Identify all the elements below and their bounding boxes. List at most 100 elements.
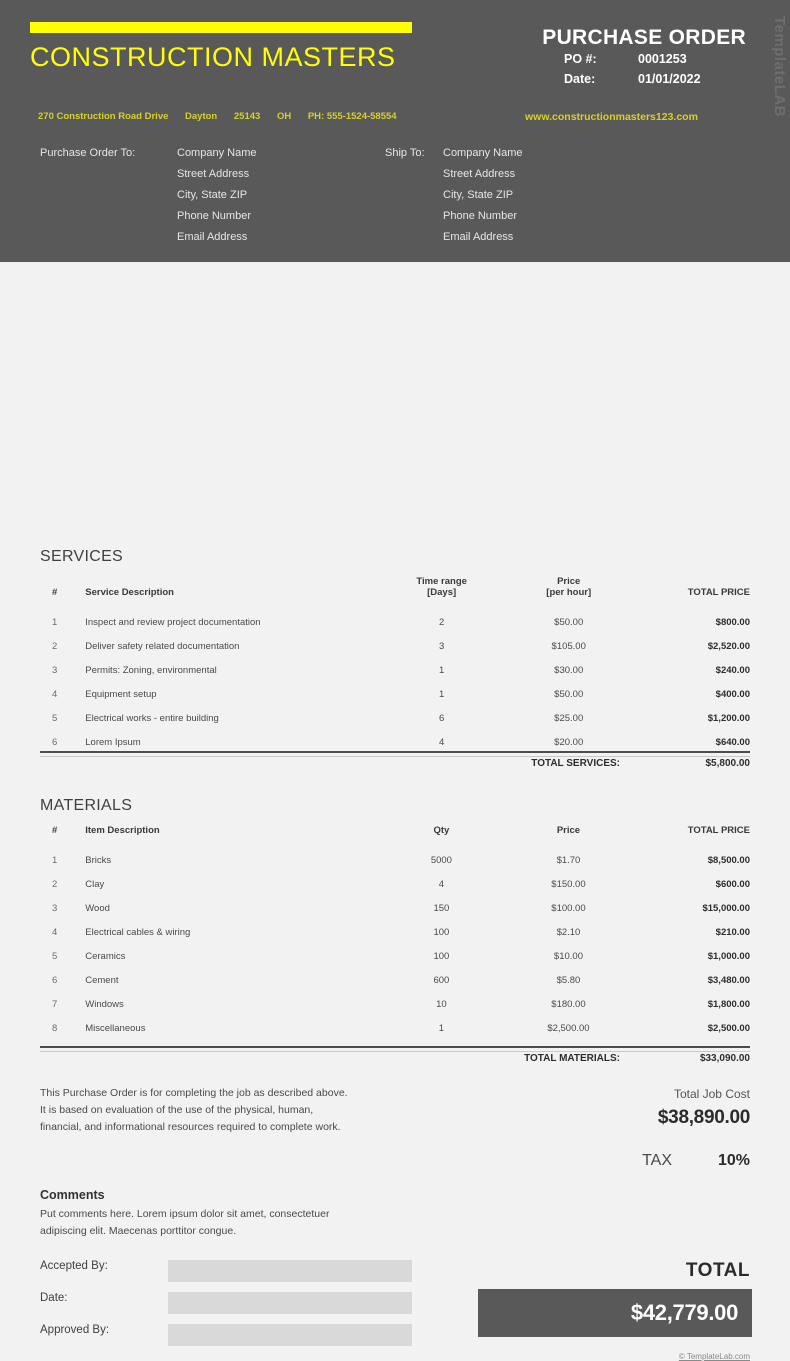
row-qty: 1 — [438, 1022, 445, 1034]
ship-to-block: Ship To: Company Name Street Address Cit… — [385, 143, 522, 248]
company-website-link[interactable]: www.constructionmasters123.com — [525, 111, 698, 123]
table-row: 1 Bricks 5000 $1.70 $8,500.00 — [40, 848, 750, 872]
note-line: financial, and informational resources r… — [40, 1121, 341, 1133]
row-total: $800.00 — [715, 616, 750, 628]
row-price: $150.00 — [551, 878, 586, 890]
row-num: 2 — [51, 640, 58, 652]
row-num: 1 — [51, 854, 58, 866]
materials-section-title: MATERIALS — [40, 797, 133, 814]
grand-total-label: TOTAL — [685, 1260, 750, 1281]
row-num: 2 — [51, 878, 58, 890]
row-qty: 150 — [433, 902, 450, 914]
row-days: 1 — [439, 664, 445, 676]
services-table-body: 1 Inspect and review project documentati… — [40, 610, 750, 754]
row-price: $2.10 — [556, 926, 581, 938]
ship-to-line: Street Address — [443, 168, 516, 180]
signature-date-field[interactable] — [168, 1292, 412, 1314]
row-price: $2,500.00 — [547, 1022, 590, 1034]
table-row: 4 Equipment setup 1 $50.00 $400.00 — [40, 682, 750, 706]
table-row: 1 Inspect and review project documentati… — [40, 610, 750, 634]
services-col-num: # — [51, 587, 58, 598]
row-num: 7 — [51, 998, 58, 1010]
ship-to-line: City, State ZIP — [443, 189, 514, 201]
materials-total-label: TOTAL MATERIALS: — [524, 1053, 620, 1064]
bill-to-line: Email Address — [177, 231, 248, 243]
row-description: Inspect and review project documentation — [85, 616, 261, 628]
row-price: $105.00 — [551, 640, 586, 652]
services-divider-thin — [40, 756, 750, 757]
address-state: OH — [276, 111, 292, 122]
comments-body: Put comments here. Lorem ipsum dolor sit… — [40, 1206, 440, 1240]
address-city: Dayton — [185, 111, 218, 122]
row-total: $600.00 — [715, 878, 750, 890]
purchase-order-to-label: Purchase Order To: — [40, 147, 136, 159]
services-col-time-range-main: Time range — [416, 576, 467, 587]
materials-total-value: $33,090.00 — [699, 1053, 750, 1064]
row-num: 5 — [51, 712, 58, 724]
row-price: $1.70 — [556, 854, 581, 866]
templatelab-watermark: TemplateLAB — [771, 16, 788, 118]
services-col-price-main: Price — [557, 576, 581, 587]
row-price: $180.00 — [551, 998, 586, 1010]
tax-value: 10% — [717, 1152, 750, 1169]
bill-to-line: Company Name — [177, 147, 257, 159]
approved-by-row: Approved By: — [40, 1324, 420, 1350]
grand-total-value: $42,779.00 — [630, 1300, 738, 1325]
po-number-value: 0001253 — [638, 52, 687, 66]
table-row: 7 Windows 10 $180.00 $1,800.00 — [40, 992, 750, 1016]
row-num: 1 — [51, 616, 58, 628]
services-col-total: TOTAL PRICE — [687, 587, 750, 598]
services-col-price-sub: [per hour] — [546, 587, 592, 598]
ship-to-line: Email Address — [443, 231, 514, 243]
materials-col-price: Price — [556, 825, 581, 836]
row-qty: 10 — [436, 998, 447, 1010]
row-num: 3 — [51, 902, 58, 914]
total-job-cost-label: Total Job Cost — [673, 1087, 750, 1101]
note-line: This Purchase Order is for completing th… — [40, 1087, 348, 1099]
row-price: $50.00 — [554, 616, 584, 628]
services-section-title: SERVICES — [40, 548, 124, 565]
row-num: 3 — [51, 664, 58, 676]
row-description: Electrical works - entire building — [85, 712, 219, 724]
table-row: 3 Permits: Zoning, environmental 1 $30.0… — [40, 658, 750, 682]
document-header: CONSTRUCTION MASTERS PURCHASE ORDER PO #… — [0, 0, 790, 262]
po-date-label: Date: — [564, 72, 596, 86]
approved-by-field[interactable] — [168, 1324, 412, 1346]
row-total: $8,500.00 — [707, 854, 750, 866]
row-qty: 100 — [433, 950, 450, 962]
grand-total-box: $42,779.00 — [478, 1289, 752, 1337]
footer-credit-link[interactable]: © TemplateLab.com — [679, 1352, 750, 1361]
row-total: $2,520.00 — [707, 640, 750, 652]
signature-date-row: Date: — [40, 1292, 420, 1318]
materials-col-description: Item Description — [85, 825, 160, 836]
materials-divider-thick — [40, 1046, 750, 1048]
row-qty: 100 — [433, 926, 450, 938]
row-description: Wood — [85, 902, 110, 914]
table-row: 6 Cement 600 $5.80 $3,480.00 — [40, 968, 750, 992]
materials-header-row: # Item Description Qty Price TOTAL PRICE — [40, 825, 750, 848]
row-total: $400.00 — [715, 688, 750, 700]
row-num: 6 — [51, 974, 58, 986]
table-row: 8 Miscellaneous 1 $2,500.00 $2,500.00 — [40, 1016, 750, 1040]
bill-to-line: City, State ZIP — [177, 189, 248, 201]
row-num: 4 — [51, 926, 58, 938]
address-street: 270 Construction Road Drive — [38, 111, 169, 122]
row-qty: 4 — [438, 878, 445, 890]
services-col-description: Service Description — [85, 587, 174, 598]
accepted-by-field[interactable] — [168, 1260, 412, 1282]
row-num: 5 — [51, 950, 58, 962]
row-description: Cement — [85, 974, 119, 986]
row-total: $240.00 — [715, 664, 750, 676]
table-row: 4 Electrical cables & wiring 100 $2.10 $… — [40, 920, 750, 944]
table-row: 2 Clay 4 $150.00 $600.00 — [40, 872, 750, 896]
po-meta-block: PO #: 0001253 Date: 01/01/2022 — [486, 52, 746, 92]
row-price: $30.00 — [554, 664, 584, 676]
ship-to-line: Company Name — [443, 147, 523, 159]
row-qty: 5000 — [430, 854, 452, 866]
materials-col-total: TOTAL PRICE — [687, 825, 750, 836]
table-row: 2 Deliver safety related documentation 3… — [40, 634, 750, 658]
table-row: 3 Wood 150 $100.00 $15,000.00 — [40, 896, 750, 920]
row-days: 6 — [439, 712, 445, 724]
comments-title: Comments — [40, 1188, 105, 1202]
materials-col-qty: Qty — [433, 825, 450, 836]
